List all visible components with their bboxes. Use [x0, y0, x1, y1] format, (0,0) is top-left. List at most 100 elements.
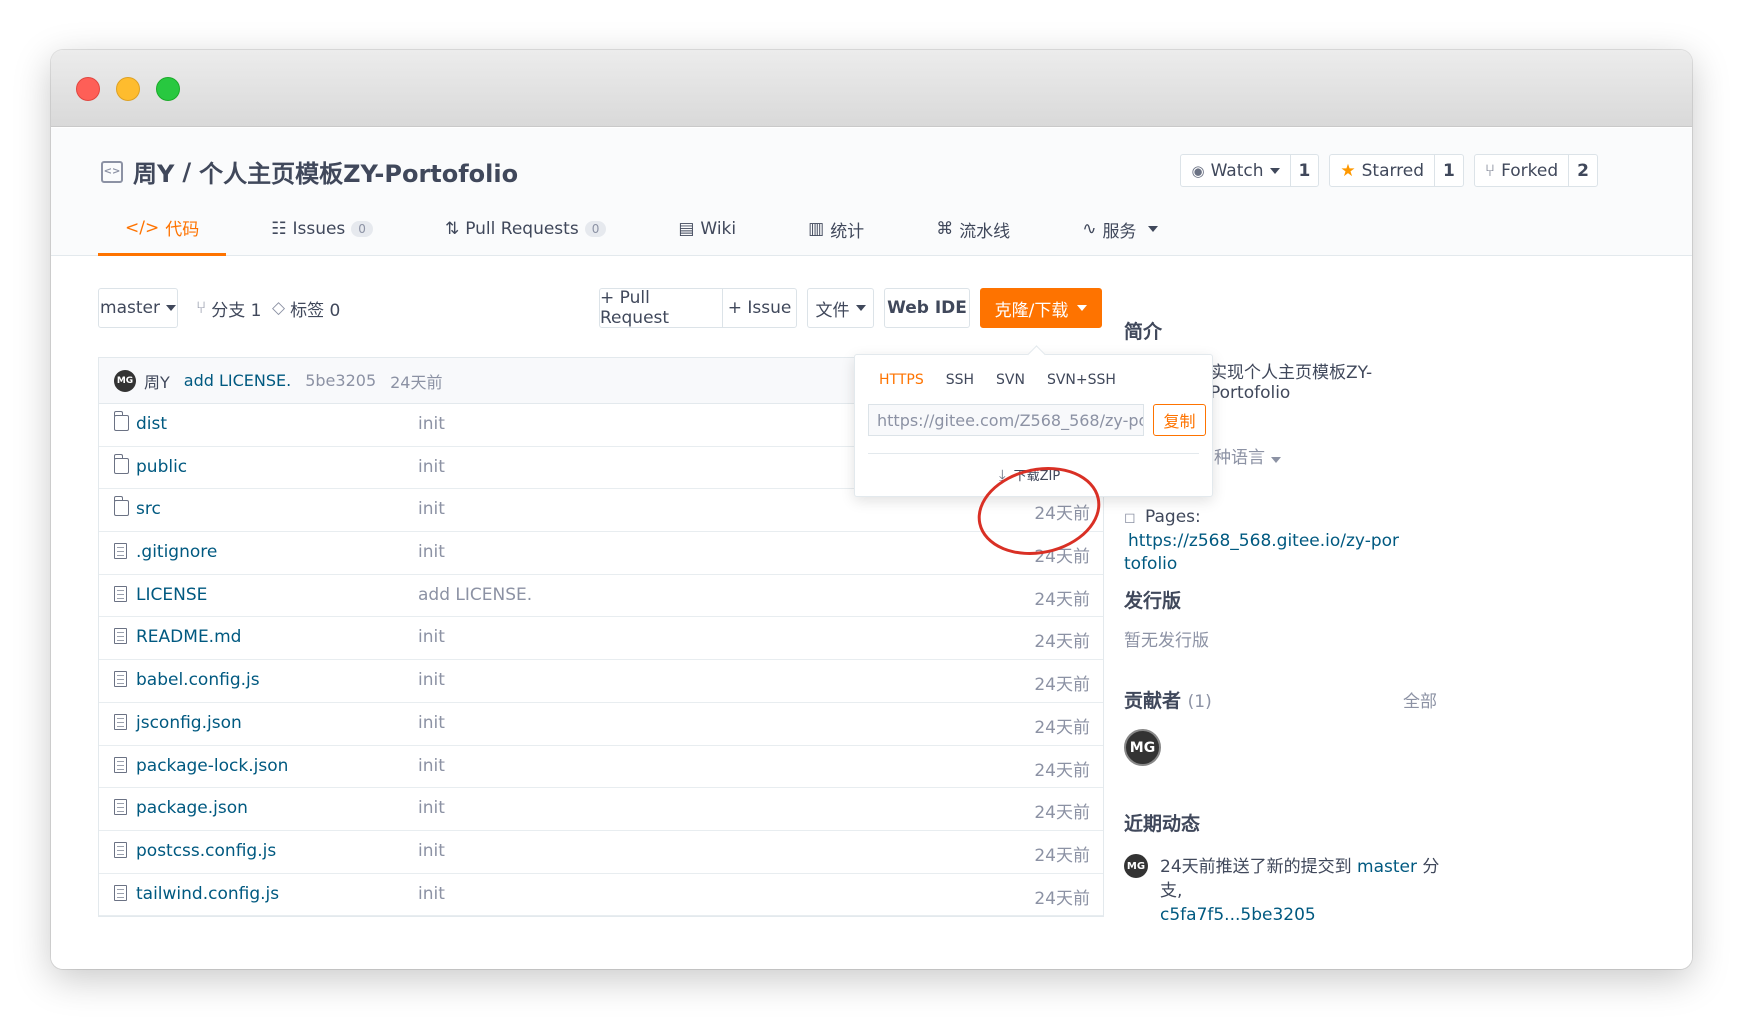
file-commit-message[interactable]: init — [418, 798, 445, 818]
browser-window: <> 周Y / 个人主页模板ZY-Portofolio ◉ Watch 1 ★ St… — [51, 50, 1692, 969]
file-name-link[interactable]: package.json — [136, 798, 248, 818]
web-ide-button[interactable]: Web IDE — [884, 288, 970, 328]
file-row[interactable]: README.md init 24天前 — [99, 617, 1103, 661]
pull-requests-badge: 0 — [584, 221, 607, 237]
file-name-link[interactable]: public — [136, 457, 187, 477]
file-row[interactable]: tailwind.config.js init 24天前 — [99, 874, 1103, 917]
commit-author[interactable]: 周Y — [144, 369, 170, 393]
commit-time: 24天前 — [390, 372, 443, 392]
pages-url[interactable]: https://z568_568.gitee.io/zy-por — [1128, 531, 1399, 551]
tab-code-label: 代码 — [165, 220, 200, 240]
close-window-button[interactable] — [76, 77, 100, 101]
fork-counter[interactable]: ⑂ Forked 2 — [1473, 154, 1598, 187]
tab-stats[interactable]: ▥ 统计 — [781, 202, 891, 256]
dropdown-divider — [868, 453, 1199, 454]
file-commit-message[interactable]: init — [418, 542, 445, 562]
commit-message[interactable]: add LICENSE. — [184, 371, 291, 390]
file-row[interactable]: LICENSE add LICENSE. 24天前 — [99, 575, 1103, 618]
new-pull-request-label: + Pull Request — [600, 288, 670, 328]
tab-ssh[interactable]: SSH — [935, 367, 985, 393]
file-row[interactable]: .gitignore init 24天前 — [99, 532, 1103, 575]
file-name-link[interactable]: tailwind.config.js — [136, 884, 279, 904]
tags-link[interactable]: ◇ 标签 0 — [272, 288, 340, 328]
clone-url-input[interactable]: https://gitee.com/Z568_568/zy-portofolio… — [868, 404, 1144, 436]
tab-https[interactable]: HTTPS — [868, 367, 935, 393]
tab-pull-requests[interactable]: ⇅ Pull Requests 0 — [418, 202, 633, 256]
file-row[interactable]: postcss.config.js init 24天前 — [99, 831, 1103, 874]
file-name-link[interactable]: dist — [136, 414, 167, 434]
branch-icon: ⑂ — [196, 298, 207, 318]
file-commit-date: 24天前 — [1034, 803, 1090, 824]
languages-label: 种语言 — [1214, 448, 1265, 468]
file-row[interactable]: jsconfig.json init 24天前 — [99, 703, 1103, 746]
activity-avatar[interactable]: MG — [1124, 854, 1148, 878]
file-commit-message[interactable]: init — [418, 499, 445, 519]
file-icon — [114, 671, 127, 688]
file-commit-message[interactable]: init — [418, 627, 445, 647]
branch-select[interactable]: master — [98, 288, 178, 328]
clone-download-button[interactable]: 克隆/下载 — [980, 288, 1102, 328]
file-commit-message[interactable]: add LICENSE. — [418, 585, 532, 605]
file-icon — [114, 841, 127, 858]
tab-svn-ssh[interactable]: SVN+SSH — [1036, 367, 1127, 393]
tab-pipeline[interactable]: ⌘ 流水线 — [909, 202, 1037, 256]
file-name-link[interactable]: .gitignore — [136, 542, 217, 562]
minimize-window-button[interactable] — [116, 77, 140, 101]
file-name-link[interactable]: postcss.config.js — [136, 841, 276, 861]
file-name-link[interactable]: babel.config.js — [136, 670, 260, 690]
commit-hash[interactable]: 5be3205 — [305, 371, 376, 390]
wiki-icon: ▤ — [678, 219, 695, 239]
contributors-count: (1) — [1187, 692, 1212, 712]
file-icon — [114, 543, 127, 560]
file-commit-message[interactable]: init — [418, 841, 445, 861]
fork-count[interactable]: 2 — [1568, 155, 1597, 186]
new-issue-button[interactable]: + Issue — [722, 288, 797, 328]
file-commit-message[interactable]: init — [418, 713, 445, 733]
tab-svn[interactable]: SVN — [985, 367, 1036, 393]
activity-branch-link[interactable]: master — [1357, 857, 1417, 877]
file-icon — [114, 884, 127, 901]
file-menu-button[interactable]: 文件 — [807, 288, 874, 328]
tab-wiki[interactable]: ▤ Wiki — [651, 202, 763, 256]
repo-owner-link[interactable]: 周Y — [133, 154, 174, 189]
code-icon: </> — [125, 217, 160, 238]
activity-commit-range[interactable]: c5fa7f5...5be3205 — [1160, 905, 1316, 925]
web-ide-label: Web IDE — [887, 298, 967, 318]
commit-author-avatar[interactable]: MG — [114, 369, 136, 392]
repo-title: <> 周Y / 个人主页模板ZY-Portofolio — [101, 154, 518, 189]
new-pull-request-button[interactable]: + Pull Request — [599, 288, 723, 328]
file-row[interactable]: package-lock.json init 24天前 — [99, 746, 1103, 789]
contributor-avatar[interactable]: MG — [1124, 729, 1161, 766]
pages-url-continued[interactable]: tofolio — [1124, 554, 1177, 574]
folder-icon — [113, 453, 129, 474]
file-row[interactable]: babel.config.js init 24天前 — [99, 660, 1103, 703]
pull-request-icon: ⇅ — [444, 219, 460, 239]
file-name-link[interactable]: jsconfig.json — [136, 713, 242, 733]
file-commit-message[interactable]: init — [418, 884, 445, 904]
file-commit-message[interactable]: init — [418, 414, 445, 434]
activity-title: 近期动态 — [1124, 813, 1201, 835]
languages-dropdown[interactable]: 种语言 — [1214, 443, 1281, 468]
repo-name-link[interactable]: 个人主页模板ZY-Portofolio — [199, 154, 518, 189]
file-name-link[interactable]: README.md — [136, 627, 241, 647]
file-commit-date: 24天前 — [1034, 632, 1090, 653]
copy-url-button[interactable]: 复制 — [1153, 404, 1206, 436]
pipeline-icon: ⌘ — [936, 219, 954, 239]
tab-code[interactable]: </> 代码 — [98, 202, 227, 256]
maximize-window-button[interactable] — [156, 77, 180, 101]
stats-icon: ▥ — [808, 219, 825, 239]
repo-tabs: </> 代码 ☷ Issues 0 ⇅ Pull Requests 0 ▤ Wiki ▥ 统计… — [98, 202, 1203, 256]
file-commit-message[interactable]: init — [418, 756, 445, 776]
file-commit-message[interactable]: init — [418, 457, 445, 477]
file-commit-date: 24天前 — [1034, 717, 1090, 738]
file-name-link[interactable]: src — [136, 499, 161, 519]
contributors-all-link[interactable]: 全部 — [1403, 687, 1437, 712]
chevron-down-icon — [1077, 305, 1088, 311]
file-commit-message[interactable]: init — [418, 670, 445, 690]
branches-link[interactable]: ⑂ 分支 1 — [196, 288, 261, 328]
issues-icon: ☷ — [271, 219, 287, 239]
file-name-link[interactable]: package-lock.json — [136, 756, 288, 776]
file-name-link[interactable]: LICENSE — [136, 585, 207, 605]
file-row[interactable]: package.json init 24天前 — [99, 788, 1103, 831]
tab-issues[interactable]: ☷ Issues 0 — [244, 202, 400, 256]
